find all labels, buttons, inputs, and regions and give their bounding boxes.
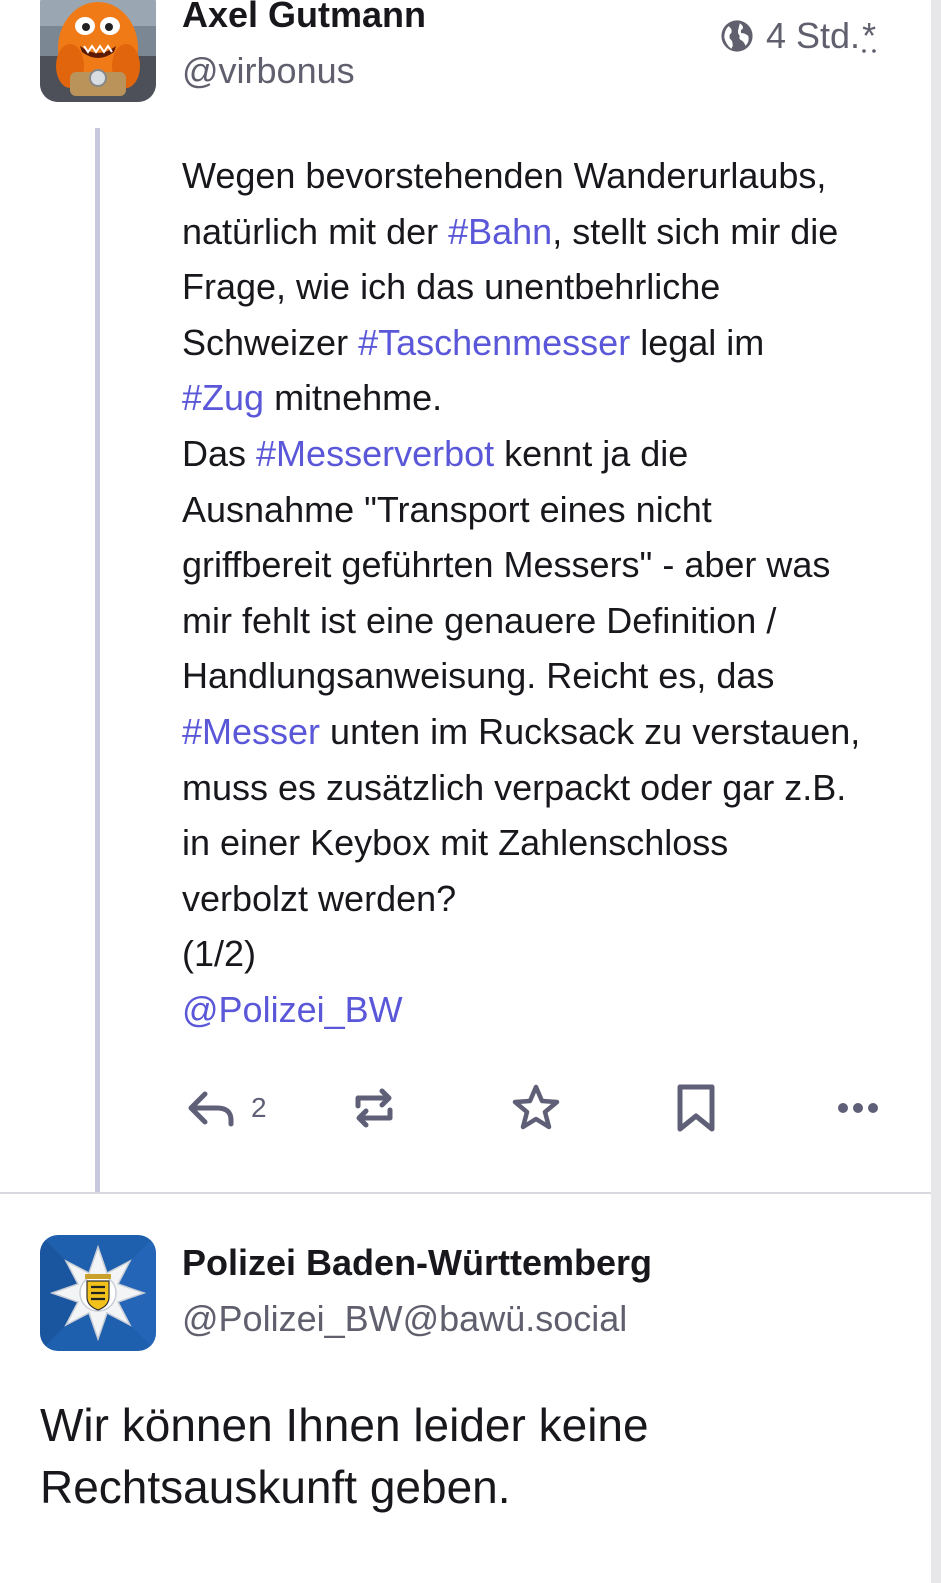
post-text-line: @Polizei_BW [182,982,902,1038]
post-text: mir fehlt ist eine genauere Definition / [182,599,777,641]
post-text: Ausnahme "Transport eines nicht [182,488,712,530]
post-text-line: #Messer unten im Rucksack zu verstauen, [182,704,902,760]
scrollbar-track[interactable] [931,0,941,1583]
favourite-button[interactable] [510,1080,562,1136]
post-text: Handlungsanweisung. Reicht es, das [182,655,775,697]
bookmark-button[interactable] [674,1080,718,1136]
timeline: Axel Gutmann @virbonus 4 Std. * Wegen be… [0,0,941,1583]
post-text: Frage, wie ich das unentbehrliche [182,266,721,308]
post-text: , stellt sich mir die [552,210,839,252]
boost-button[interactable] [350,1080,398,1136]
post-action-bar: 2 [182,1080,902,1136]
author-handle[interactable]: @Polizei_BW@bawü.social [182,1298,627,1340]
avatar[interactable] [40,1235,156,1351]
more-options-button[interactable] [836,1080,880,1136]
post-text: (1/2) [182,933,257,975]
post-text: legal im [630,321,765,363]
post-text: griffbereit geführten Messers" - aber wa… [182,544,831,586]
hashtag-link[interactable]: #Zug [182,377,264,418]
reply-text-line: Rechtsauskunft geben. [40,1461,511,1513]
post-text-line: Das #Messerverbot kennt ja die [182,426,902,482]
post-text-line: verbolzt werden? [182,871,902,927]
post-text-line: Handlungsanweisung. Reicht es, das [182,648,902,704]
post-text: muss es zusätzlich verpackt oder gar z.B… [182,766,847,808]
post-timestamp[interactable]: 4 Std. [766,15,860,57]
boost-icon [355,1088,393,1128]
post-text: Wegen bevorstehenden Wanderurlaubs, [182,155,827,196]
post-text-line: muss es zusätzlich verpackt oder gar z.B… [182,760,902,816]
post-text: mitnehme. [264,377,443,419]
post-content: Wegen bevorstehenden Wanderurlaubs, natür… [182,148,902,1038]
reply-text-line: Wir können Ihnen leider keine [40,1399,649,1451]
post-text: natürlich mit der [182,210,449,252]
author-display-name[interactable]: Axel Gutmann [182,0,426,36]
post-text-line: Ausnahme "Transport eines nicht [182,482,902,538]
post-text: in einer Keybox mit Zahlenschloss [182,822,729,864]
thread-connector [95,128,100,1192]
reply-content: Wir können Ihnen leider keine Rechtsausk… [40,1394,920,1518]
post-text-line: griffbereit geführten Messers" - aber wa… [182,537,902,593]
avatar[interactable] [40,0,156,102]
star-icon [512,1084,560,1130]
reply-count: 2 [251,1092,267,1123]
more-icon [838,1103,878,1113]
reply-icon [188,1091,234,1127]
edited-indicator[interactable]: * [862,15,876,57]
post-text-line: Wegen bevorstehenden Wanderurlaubs, [182,148,902,204]
reply-button[interactable]: 2 [187,1080,267,1136]
post-text: Schweizer [182,321,359,363]
hashtag-link[interactable]: #Bahn [448,211,552,252]
hashtag-link[interactable]: #Messer [182,711,320,752]
hashtag-link[interactable]: #Messerverbot [256,433,494,474]
author-display-name[interactable]: Polizei Baden-Württemberg [182,1242,652,1284]
post-text: kennt ja die [494,432,689,474]
post-text: Das [182,432,257,474]
post-text-line: in einer Keybox mit Zahlenschloss [182,815,902,871]
globe-icon [721,20,753,52]
bookmark-icon [677,1084,715,1132]
post-text-line: #Zug mitnehme. [182,370,902,426]
post-text-line: Schweizer #Taschenmesser legal im [182,315,902,371]
post-text-line: natürlich mit der #Bahn, stellt sich mir… [182,204,902,260]
hashtag-link[interactable]: #Taschenmesser [358,322,630,363]
monster-avatar-image [40,0,156,102]
post-text-line: (1/2) [182,926,902,982]
post-text: verbolzt werden? [182,877,457,919]
mention-link[interactable]: @Polizei_BW [182,989,403,1030]
post-text: unten im Rucksack zu verstauen, [320,710,861,752]
post-text-line: Frage, wie ich das unentbehrliche [182,259,902,315]
post-divider [0,1192,931,1194]
post-text-line: mir fehlt ist eine genauere Definition / [182,593,902,649]
police-emblem-image [40,1235,156,1351]
post-meta[interactable]: 4 Std. * [720,14,876,58]
author-handle[interactable]: @virbonus [182,50,355,92]
